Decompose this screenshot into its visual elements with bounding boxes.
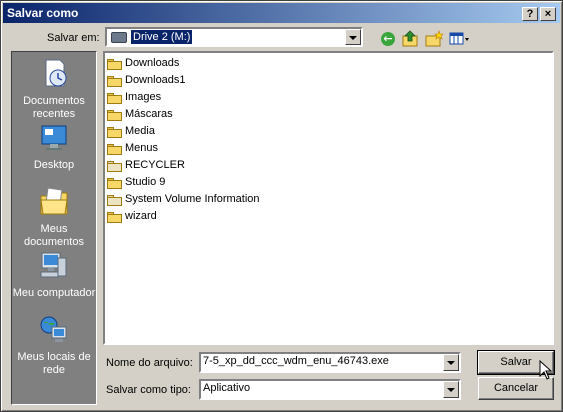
place-label: Meus documentos [24, 223, 84, 248]
file-type-label: Salvar como tipo: [106, 384, 191, 396]
mouse-pointer-icon [539, 360, 553, 380]
place-desktop[interactable]: Desktop [12, 122, 96, 172]
file-name: RECYCLER [125, 159, 185, 171]
chevron-down-icon[interactable] [345, 29, 361, 45]
help-button[interactable]: ? [522, 7, 538, 21]
window-title: Salvar como [7, 6, 79, 20]
up-folder-icon [402, 30, 418, 47]
file-name-label: Nome do arquivo: [106, 357, 193, 369]
title-bar[interactable]: Salvar como ? × [3, 3, 560, 23]
place-my-documents[interactable]: Meus documentos [12, 186, 96, 249]
new-folder-button[interactable] [425, 30, 445, 48]
file-name: Downloads1 [125, 74, 186, 86]
desktop-icon [41, 125, 67, 150]
place-label: Meus locais de rede [17, 351, 91, 376]
file-name: Studio 9 [125, 176, 166, 188]
up-folder-button[interactable] [401, 30, 421, 48]
file-name: System Volume Information [125, 193, 260, 205]
folder-icon [107, 127, 123, 139]
folder-icon [107, 110, 123, 122]
new-folder-icon [425, 30, 444, 47]
folder-icon [107, 144, 123, 156]
folder-icon [107, 76, 123, 88]
places-bar: Documentos recentes Desktop Meus documen… [11, 51, 97, 405]
my-computer-icon [40, 252, 67, 278]
file-list[interactable]: Downloads Downloads1 Images Máscaras Med… [103, 51, 554, 345]
chevron-down-icon[interactable] [443, 354, 459, 371]
file-type-dropdown[interactable]: Aplicativo [199, 379, 461, 400]
file-name: Máscaras [125, 108, 173, 120]
save-in-label: Salvar em: [47, 32, 100, 44]
drive-icon [111, 32, 127, 43]
save-in-dropdown[interactable]: Drive 2 (M:) [105, 27, 363, 47]
folder-icon [107, 93, 123, 105]
file-name-field[interactable]: 7-5_xp_dd_ccc_wdm_enu_46743.exe [199, 352, 461, 373]
file-name: Downloads [125, 57, 180, 69]
my-documents-icon [40, 187, 68, 215]
views-menu-button[interactable] [449, 30, 469, 48]
recent-documents-icon [45, 59, 67, 87]
file-name: Media [125, 125, 155, 137]
chevron-down-icon[interactable] [443, 381, 459, 398]
file-name: wizard [125, 210, 157, 222]
place-network[interactable]: Meus locais de rede [12, 314, 96, 377]
place-label: Meu computador [12, 287, 96, 299]
folder-icon [107, 178, 123, 190]
network-places-icon [40, 316, 67, 342]
folder-icon [107, 59, 123, 71]
back-button[interactable]: ← [379, 30, 399, 48]
back-arrow-icon: ← [381, 32, 395, 46]
place-recent-documents[interactable]: Documentos recentes [12, 58, 96, 121]
close-button[interactable]: × [540, 7, 556, 21]
place-my-computer[interactable]: Meu computador [12, 250, 96, 300]
file-type-value: Aplicativo [203, 382, 251, 394]
save-as-dialog: Salvar como ? × Salvar em: Drive 2 (M:) … [0, 0, 563, 412]
place-label: Documentos recentes [23, 95, 85, 120]
system-folder-icon [107, 161, 123, 173]
file-name: Menus [125, 142, 159, 154]
save-in-value: Drive 2 (M:) [129, 29, 194, 45]
system-folder-icon [107, 195, 123, 207]
folder-icon [107, 212, 123, 224]
file-name-value: 7-5_xp_dd_ccc_wdm_enu_46743.exe [203, 355, 389, 367]
views-icon [449, 32, 469, 45]
place-label: Desktop [33, 159, 75, 171]
file-name: Images [125, 91, 162, 103]
